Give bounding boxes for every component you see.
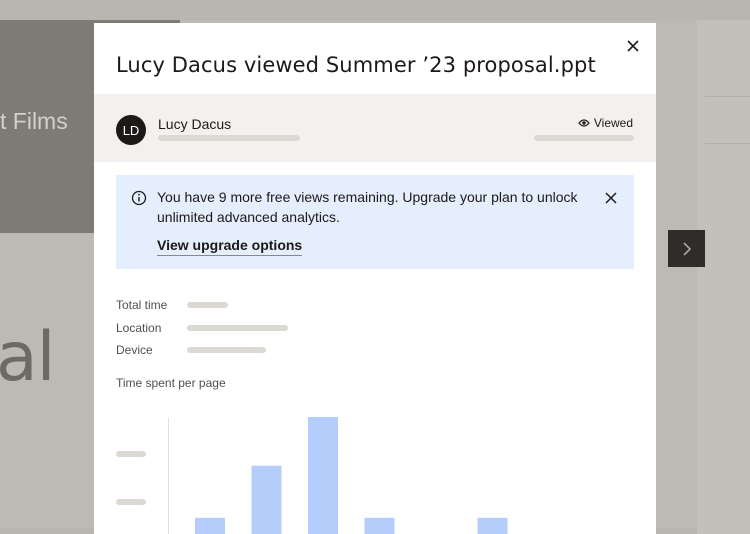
chart-bar bbox=[364, 517, 395, 534]
device-label: Device bbox=[116, 343, 153, 357]
y-tick-placeholder bbox=[116, 451, 146, 457]
next-slide-button[interactable] bbox=[668, 230, 705, 267]
divider bbox=[705, 143, 750, 144]
eye-icon bbox=[578, 119, 590, 127]
viewer-detail-placeholder bbox=[158, 135, 300, 141]
status-label: Viewed bbox=[593, 116, 633, 130]
modal-title: Lucy Dacus viewed Summer ’23 proposal.pp… bbox=[116, 53, 596, 77]
status-badge: Viewed bbox=[578, 116, 633, 130]
viewer-row: LD Lucy Dacus Viewed bbox=[94, 94, 656, 162]
close-icon bbox=[605, 192, 617, 204]
total-time-value-placeholder bbox=[187, 302, 228, 308]
chart-bar bbox=[195, 517, 225, 534]
close-modal-button[interactable] bbox=[624, 37, 642, 55]
chevron-right-icon bbox=[682, 241, 691, 256]
location-value-placeholder bbox=[187, 325, 288, 331]
chart-bar bbox=[308, 417, 338, 534]
viewer-activity-modal: Lucy Dacus viewed Summer ’23 proposal.pp… bbox=[94, 23, 656, 534]
status-detail-placeholder bbox=[534, 135, 634, 141]
chart-bar bbox=[251, 465, 282, 534]
time-per-page-chart bbox=[116, 417, 508, 534]
upgrade-banner: You have 9 more free views remaining. Up… bbox=[116, 175, 634, 269]
background-side-panel bbox=[697, 20, 750, 534]
avatar: LD bbox=[116, 115, 146, 145]
close-icon bbox=[627, 40, 639, 52]
total-time-label: Total time bbox=[116, 298, 168, 312]
location-label: Location bbox=[116, 321, 162, 335]
background-heading: al bbox=[0, 318, 56, 397]
y-tick-placeholder bbox=[116, 499, 146, 505]
chart-title: Time spent per page bbox=[116, 376, 226, 390]
viewer-name: Lucy Dacus bbox=[158, 116, 232, 132]
divider bbox=[705, 96, 750, 97]
info-icon bbox=[131, 190, 147, 206]
device-value-placeholder bbox=[187, 347, 266, 353]
view-upgrade-options-link[interactable]: View upgrade options bbox=[157, 237, 303, 256]
dismiss-banner-button[interactable] bbox=[603, 190, 619, 206]
banner-message: You have 9 more free views remaining. Up… bbox=[157, 189, 578, 225]
background-hero-text: t Films bbox=[0, 108, 68, 134]
chart-bar bbox=[477, 517, 508, 534]
